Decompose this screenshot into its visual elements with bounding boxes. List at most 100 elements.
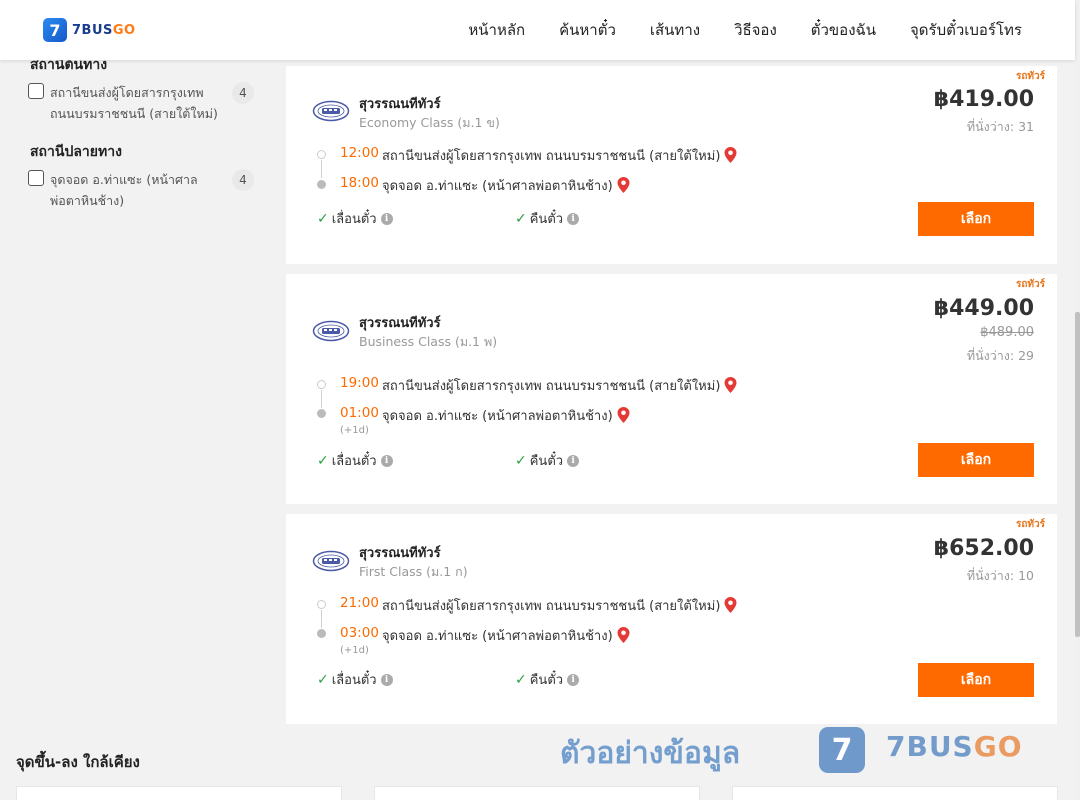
watermark-logo-icon: 7 (819, 727, 865, 773)
info-icon[interactable]: i (380, 212, 393, 225)
info-icon[interactable]: i (567, 673, 580, 686)
refund-feature: ✓ คืนตั๋ว i (515, 669, 580, 690)
arrival-dot (317, 629, 326, 638)
departure-dot (317, 150, 326, 159)
site-logo[interactable]: 7 7BUSGO (43, 18, 136, 42)
arrival-place: จุดจอด อ.ท่าแซะ (หน้าศาลพ่อตาหินช้าง) (382, 625, 630, 646)
info-icon[interactable]: i (567, 454, 580, 467)
info-icon[interactable]: i (380, 454, 393, 467)
trip-price: ฿419.00 (933, 87, 1034, 112)
arrival-place: จุดจอด อ.ท่าแซะ (หน้าศาลพ่อตาหินช้าง) (382, 405, 630, 426)
check-icon: ✓ (515, 452, 527, 469)
nav-search-tickets[interactable]: ค้นหาตั๋ว (559, 18, 616, 42)
top-header: 7 7BUSGO หน้าหลัก ค้นหาตั๋ว เส้นทาง วิธี… (0, 0, 1075, 60)
timeline-line (321, 610, 322, 628)
nav-how-to-book[interactable]: วิธีจอง (734, 18, 777, 42)
nearby-stop-card[interactable] (16, 786, 342, 800)
original-price: ฿489.00 (980, 325, 1034, 340)
watermark-brand: 7BUSGO (886, 730, 1023, 763)
refund-feature: ✓ คืนตั๋ว i (515, 450, 580, 471)
nearby-stop-card[interactable] (374, 786, 700, 800)
map-pin-icon[interactable] (724, 147, 737, 163)
map-pin-icon[interactable] (617, 627, 630, 643)
seats-available: ที่นั่งว่าง: 29 (966, 348, 1034, 363)
departure-time: 21:00 (340, 595, 379, 611)
destination-option-count: 4 (232, 169, 254, 191)
departure-place: สถานีขนส่งผู้โดยสารกรุงเทพ ถนนบรมราชชนนี… (382, 145, 737, 166)
operator-logo-icon (312, 550, 350, 572)
departure-time: 12:00 (340, 145, 379, 161)
vehicle-type-tag: รถทัวร์ (1015, 71, 1045, 82)
bus-class: Business Class (ม.1 พ) (359, 334, 498, 349)
nav-ticket-pickup-contacts[interactable]: จุดรับตั๋วเบอร์โทร (910, 18, 1022, 42)
reschedule-feature: ✓ เลื่อนตั๋ว i (317, 208, 393, 229)
operator-name: สุวรรณนทีทัวร์ (359, 97, 441, 112)
check-icon: ✓ (317, 671, 329, 688)
operator-logo-icon (312, 100, 350, 122)
bus-class: First Class (ม.1 ก) (359, 564, 468, 579)
vehicle-type-tag: รถทัวร์ (1015, 519, 1045, 530)
arrival-time: 01:00 (340, 405, 379, 421)
arrival-dot (317, 180, 326, 189)
map-pin-icon[interactable] (617, 407, 630, 423)
check-icon: ✓ (317, 210, 329, 227)
logo-text: 7BUSGO (72, 22, 136, 38)
next-day-indicator: (+1d) (340, 645, 369, 656)
check-icon: ✓ (515, 671, 527, 688)
reschedule-feature: ✓ เลื่อนตั๋ว i (317, 450, 393, 471)
arrival-time: 18:00 (340, 175, 379, 191)
origin-filter-option[interactable]: สถานีขนส่งผู้โดยสารกรุงเทพ ถนนบรมราชชนนี… (28, 82, 254, 124)
map-pin-icon[interactable] (724, 377, 737, 393)
destination-filter-option[interactable]: จุดจอด อ.ท่าแซะ (หน้าศาลพ่อตาหินช้าง) 4 (28, 169, 254, 211)
destination-checkbox[interactable] (28, 170, 44, 186)
nav-home[interactable]: หน้าหลัก (468, 18, 525, 42)
departure-dot (317, 380, 326, 389)
arrival-time: 03:00 (340, 625, 379, 641)
destination-option-label: จุดจอด อ.ท่าแซะ (หน้าศาลพ่อตาหินช้าง) (50, 172, 198, 208)
operator-logo-icon (312, 320, 350, 342)
operator-name: สุวรรณนทีทัวร์ (359, 316, 441, 331)
seats-available: ที่นั่งว่าง: 10 (966, 568, 1034, 583)
trip-card: รถทัวร์ สุวรรณนทีทัวร์ Business Class (ม… (286, 274, 1057, 504)
trip-price: ฿449.00 (933, 296, 1034, 321)
arrival-place: จุดจอด อ.ท่าแซะ (หน้าศาลพ่อตาหินช้าง) (382, 175, 630, 196)
select-trip-button[interactable]: เลือก (918, 663, 1034, 697)
page-scrollbar-thumb[interactable] (1075, 312, 1080, 637)
seats-available: ที่นั่งว่าง: 31 (966, 119, 1034, 134)
destination-filter-heading: สถานีปลายทาง (30, 144, 122, 160)
origin-option-label: สถานีขนส่งผู้โดยสารกรุงเทพ ถนนบรมราชชนนี… (50, 85, 218, 121)
origin-option-count: 4 (232, 82, 254, 104)
logo-mark: 7 (43, 18, 67, 42)
check-icon: ✓ (317, 452, 329, 469)
vehicle-type-tag: รถทัวร์ (1015, 279, 1045, 290)
bus-class: Economy Class (ม.1 ข) (359, 115, 500, 130)
trip-card: รถทัวร์ สุวรรณนทีทัวร์ Economy Class (ม.… (286, 66, 1057, 264)
arrival-dot (317, 409, 326, 418)
info-icon[interactable]: i (380, 673, 393, 686)
watermark-text: ตัวอย่างข้อมูล (560, 736, 741, 771)
departure-place: สถานีขนส่งผู้โดยสารกรุงเทพ ถนนบรมราชชนนี… (382, 375, 737, 396)
info-icon[interactable]: i (567, 212, 580, 225)
departure-time: 19:00 (340, 375, 379, 391)
departure-dot (317, 600, 326, 609)
operator-name: สุวรรณนทีทัวร์ (359, 546, 441, 561)
nearby-stop-card[interactable] (732, 786, 1058, 800)
nearby-stops-heading: จุดขึ้น-ลง ใกล้เคียง (16, 753, 140, 771)
select-trip-button[interactable]: เลือก (918, 202, 1034, 236)
select-trip-button[interactable]: เลือก (918, 443, 1034, 477)
departure-place: สถานีขนส่งผู้โดยสารกรุงเทพ ถนนบรมราชชนนี… (382, 595, 737, 616)
map-pin-icon[interactable] (617, 177, 630, 193)
nav-routes[interactable]: เส้นทาง (650, 18, 700, 42)
reschedule-feature: ✓ เลื่อนตั๋ว i (317, 669, 393, 690)
check-icon: ✓ (515, 210, 527, 227)
next-day-indicator: (+1d) (340, 425, 369, 436)
refund-feature: ✓ คืนตั๋ว i (515, 208, 580, 229)
timeline-line (321, 160, 322, 178)
map-pin-icon[interactable] (724, 597, 737, 613)
origin-checkbox[interactable] (28, 83, 44, 99)
trip-card: รถทัวร์ สุวรรณนทีทัวร์ First Class (ม.1 … (286, 514, 1057, 724)
trip-price: ฿652.00 (933, 536, 1034, 561)
main-nav: หน้าหลัก ค้นหาตั๋ว เส้นทาง วิธีจอง ตั๋วข… (468, 0, 1022, 60)
timeline-line (321, 390, 322, 408)
nav-my-tickets[interactable]: ตั๋วของฉัน (811, 18, 876, 42)
